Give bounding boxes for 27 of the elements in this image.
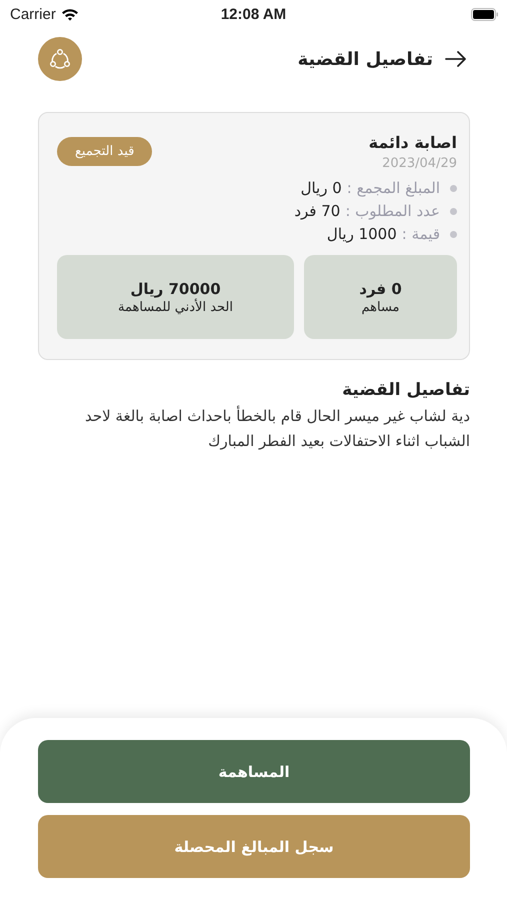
- status-time: 12:08 AM: [220, 6, 288, 22]
- carrier-label: Carrier: [10, 6, 56, 22]
- stat-value: 70000 ريال: [130, 280, 221, 298]
- stat-label: الحد الأدني للمساهمة: [118, 300, 234, 314]
- bullet-dot: [450, 208, 457, 214]
- stat-label: مساهم: [361, 300, 400, 314]
- wifi-icon: [60, 8, 79, 20]
- status-badge: قيد التجميع: [57, 137, 152, 166]
- page-title: تفاصيل القضية: [298, 48, 433, 70]
- section-title: تفاصيل القضية: [341, 380, 470, 400]
- detail-label: قيمة :: [402, 225, 440, 243]
- detail-value: 1000 ريال: [326, 225, 397, 243]
- bullet-dot: [450, 184, 457, 192]
- detail-value: 0 ريال: [300, 179, 342, 197]
- detail-label: المبلغ المجمع :: [346, 179, 440, 197]
- detail-label: عدد المطلوب :: [345, 202, 440, 220]
- back-arrow-icon[interactable]: [445, 51, 467, 67]
- action-button[interactable]: المساهمة: [38, 740, 470, 803]
- case-date: 2023/04/29: [381, 156, 457, 171]
- share-button[interactable]: [38, 37, 82, 81]
- stat-value: 0 فرد: [359, 280, 402, 298]
- bullet-dot: [450, 230, 457, 238]
- detail-value: 70 فرد: [294, 202, 340, 220]
- battery-icon: [471, 8, 499, 20]
- share-icon: [49, 48, 71, 70]
- case-title: اصابة دائمة: [368, 133, 457, 152]
- case-description: دية لشاب غير ميسر الحال قام بالخطأ باحداث اصابة بالغة لاحد الشباب اثناء الاحتفالات بعيد الفطر المبارك: [84, 404, 470, 452]
